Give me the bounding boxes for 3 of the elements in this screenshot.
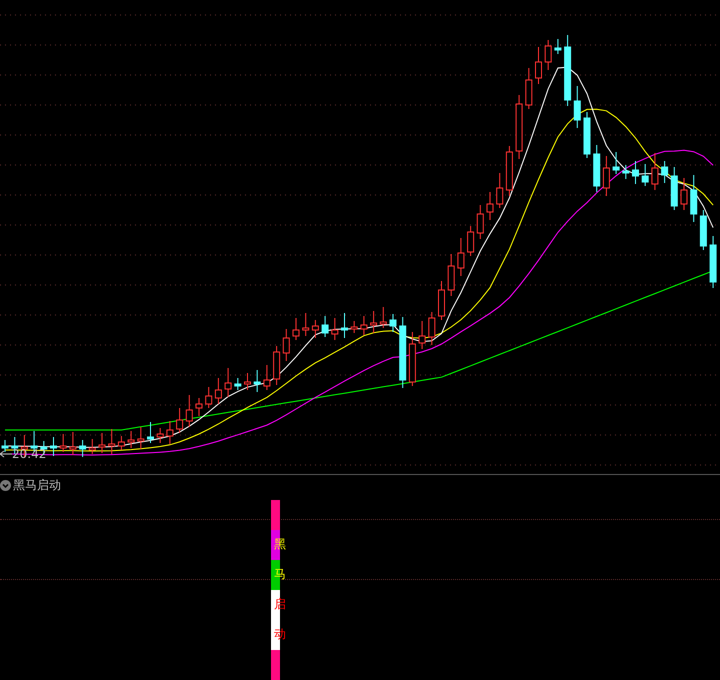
arrow-icon [0, 450, 12, 458]
chevron-icon[interactable] [0, 480, 11, 490]
indicator-title: 黑马启动 [13, 477, 61, 494]
